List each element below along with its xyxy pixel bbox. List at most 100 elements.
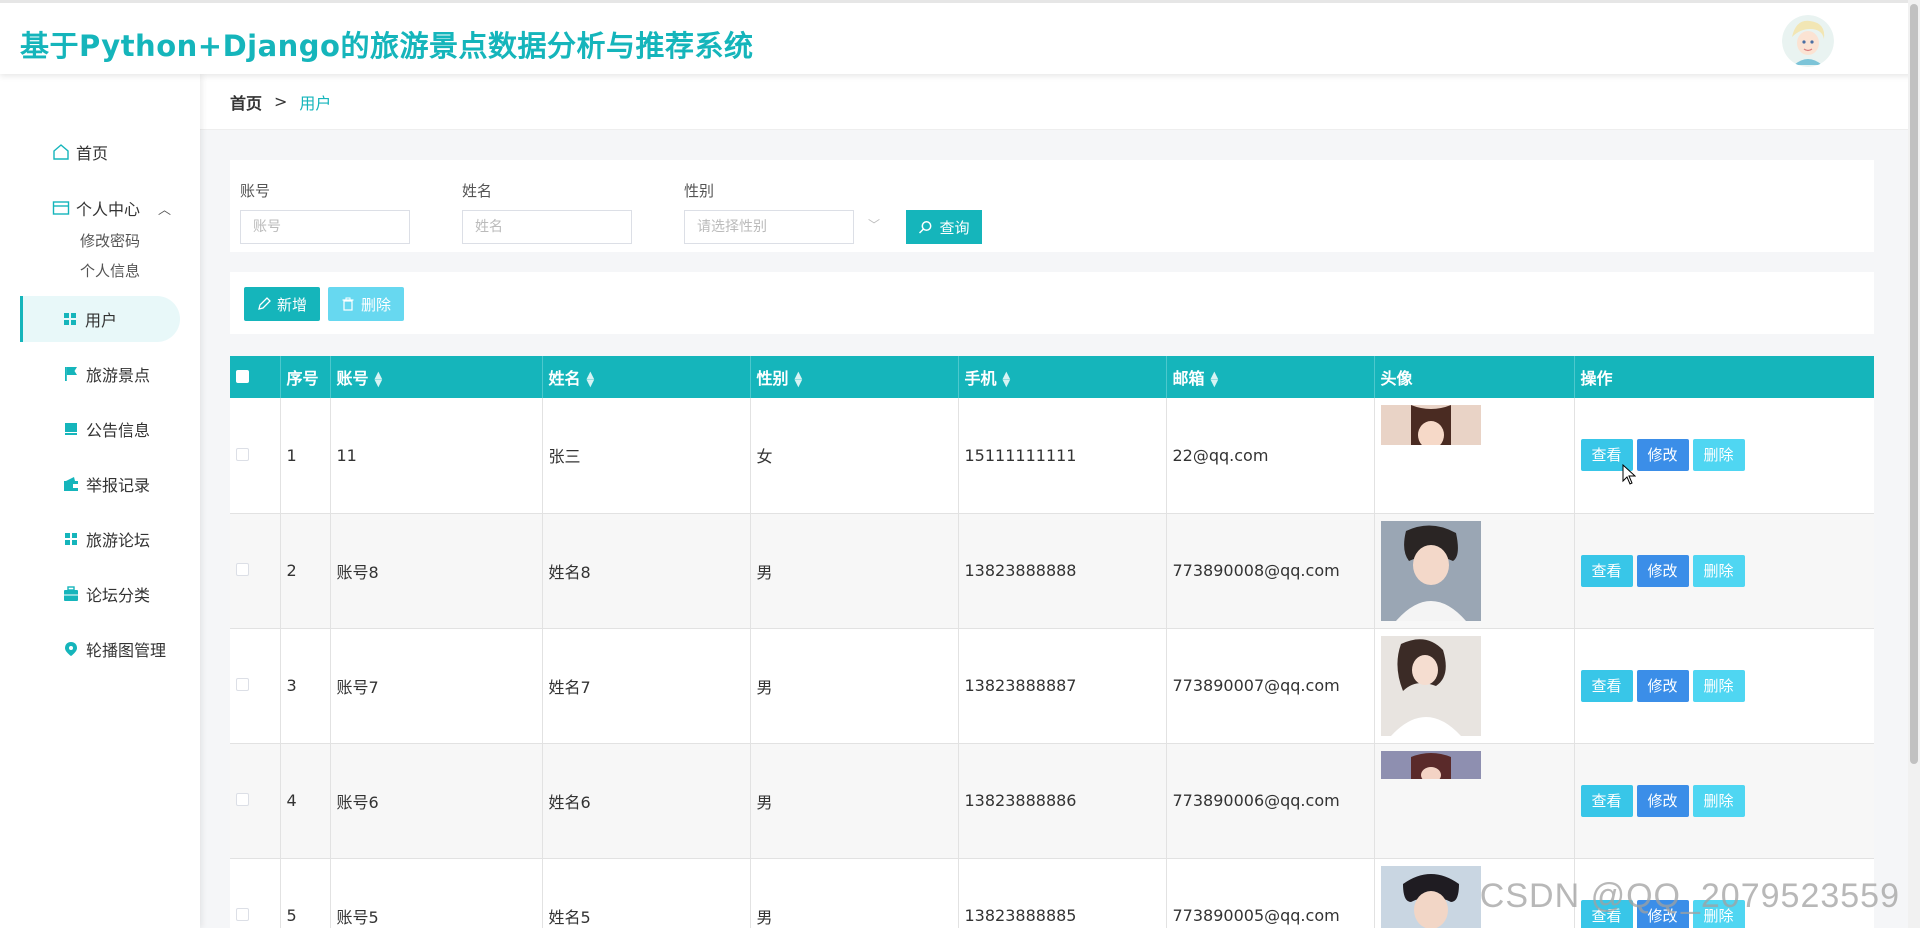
cell-phone: 13823888887: [958, 628, 1167, 744]
avatar-thumbnail: [1380, 750, 1481, 851]
select-all-cell[interactable]: [230, 356, 281, 398]
main-content: 首页 > 用户 账号 姓名 性别 ﹀ 查询: [200, 74, 1920, 928]
sidebar-item-label: 旅游景点: [86, 366, 151, 385]
cell-gender: 女: [750, 398, 959, 514]
column-header-index: 序号: [280, 356, 331, 398]
delete-button[interactable]: 删除: [1692, 439, 1745, 472]
sort-icon[interactable]: ▲ ▼: [795, 370, 803, 388]
edit-button[interactable]: 修改: [1636, 669, 1689, 702]
cell-index: 2: [280, 513, 331, 629]
sidebar-item-personal-center[interactable]: 个人中心 ︿: [52, 196, 171, 220]
breadcrumb-current: 用户: [299, 93, 332, 113]
cell-avatar: [1374, 628, 1575, 744]
row-checkbox-cell: [230, 743, 281, 859]
sidebar-item-forum[interactable]: 旅游论坛: [62, 527, 150, 551]
column-header-gender[interactable]: 性别 ▲ ▼: [750, 356, 959, 398]
search-icon: [919, 220, 932, 234]
cell-phone: 13823888888: [958, 513, 1167, 629]
table-row: 2 账号8 姓名8 男 13823888888 773890008@qq.com…: [230, 513, 1874, 629]
grid-icon: [64, 313, 76, 325]
table-row: 1 11 张三 女 15111111111 22@qq.com 查看 修改 删除: [230, 398, 1874, 514]
edit-button[interactable]: 修改: [1636, 784, 1689, 817]
view-button[interactable]: 查看: [1580, 554, 1633, 587]
sidebar-item-announcements[interactable]: 公告信息: [62, 417, 150, 441]
sidebar-item-label: 用户: [85, 311, 118, 330]
delete-button[interactable]: 删除: [1692, 669, 1745, 702]
table-header-row: 序号 账号 ▲ ▼ 姓名 ▲ ▼ 性别 ▲ ▼ 手机 ▲ ▼ 邮箱 ▲ ▼ 头像 操作: [230, 356, 1874, 398]
sidebar-item-forum-categories[interactable]: 论坛分类: [62, 582, 150, 606]
gender-select[interactable]: [684, 210, 854, 244]
delete-button[interactable]: 删除: [1692, 784, 1745, 817]
select-all-checkbox[interactable]: [236, 369, 249, 383]
account-input[interactable]: [240, 210, 410, 244]
column-header-name[interactable]: 姓名 ▲ ▼: [542, 356, 751, 398]
breadcrumb-home[interactable]: 首页: [230, 90, 262, 114]
row-checkbox[interactable]: [236, 908, 249, 921]
column-header-avatar: 头像: [1374, 356, 1575, 398]
sidebar-subitem-profile[interactable]: 个人信息: [80, 260, 140, 281]
column-header-phone[interactable]: 手机 ▲ ▼: [958, 356, 1167, 398]
sidebar-item-label: 修改密码: [80, 232, 141, 250]
cell-email: 773890008@qq.com: [1166, 513, 1375, 629]
sidebar-item-carousel[interactable]: 轮播图管理: [62, 637, 166, 661]
edit-button[interactable]: 修改: [1636, 439, 1689, 472]
breadcrumb-separator: >: [274, 92, 288, 111]
sort-icon[interactable]: ▲ ▼: [587, 370, 595, 388]
cell-name: 姓名6: [542, 743, 751, 859]
cell-account: 账号7: [330, 628, 543, 744]
row-checkbox[interactable]: [236, 563, 249, 576]
row-checkbox-cell: [230, 628, 281, 744]
cell-avatar: [1374, 513, 1575, 629]
book-icon: [65, 423, 77, 435]
sort-icon[interactable]: ▲ ▼: [375, 370, 383, 388]
column-header-label: 姓名: [548, 369, 581, 388]
sort-icon[interactable]: ▲ ▼: [1211, 370, 1219, 388]
grid-icon: [65, 533, 77, 545]
users-table: 序号 账号 ▲ ▼ 姓名 ▲ ▼ 性别 ▲ ▼ 手机 ▲ ▼ 邮箱 ▲ ▼ 头像 操作 1 11: [230, 356, 1874, 928]
add-button-label: 新增: [276, 295, 307, 314]
row-checkbox-cell: [230, 858, 281, 928]
column-header-email[interactable]: 邮箱 ▲ ▼: [1166, 356, 1375, 398]
cell-phone: 13823888886: [958, 743, 1167, 859]
view-button[interactable]: 查看: [1580, 669, 1633, 702]
cell-name: 姓名5: [542, 858, 751, 928]
cell-gender: 男: [750, 628, 959, 744]
sidebar-item-label: 个人中心: [76, 200, 141, 219]
row-checkbox[interactable]: [236, 678, 249, 691]
home-icon: [53, 144, 69, 160]
add-button[interactable]: 新增: [244, 287, 320, 321]
row-checkbox[interactable]: [236, 447, 249, 461]
app-window: 基于Python+Django的旅游景点数据分析与推荐系统 首页 个人中心 ︿: [0, 0, 1920, 928]
cell-gender: 男: [750, 743, 959, 859]
page-scrollbar[interactable]: [1908, 0, 1920, 928]
sidebar-item-users[interactable]: 用户: [20, 296, 180, 342]
table-row: 4 账号6 姓名6 男 13823888886 773890006@qq.com…: [230, 743, 1874, 859]
user-avatar[interactable]: [1782, 15, 1834, 67]
cell-phone: 13823888885: [958, 858, 1167, 928]
sidebar-item-scenic-spots[interactable]: 旅游景点: [62, 362, 150, 386]
row-checkbox[interactable]: [236, 793, 249, 806]
chevron-up-icon: ︿: [158, 202, 172, 218]
view-button[interactable]: 查看: [1580, 784, 1633, 817]
sidebar-item-label: 旅游论坛: [86, 531, 151, 550]
row-checkbox-cell: [230, 513, 281, 629]
sidebar-item-reports[interactable]: 举报记录: [62, 472, 150, 496]
account-label: 账号: [240, 182, 271, 200]
sidebar-item-home[interactable]: 首页: [52, 140, 108, 164]
cell-account: 账号6: [330, 743, 543, 859]
column-header-account[interactable]: 账号 ▲ ▼: [330, 356, 543, 398]
sidebar-item-label: 个人信息: [80, 262, 141, 280]
edit-button[interactable]: 修改: [1636, 554, 1689, 587]
cell-account: 账号5: [330, 858, 543, 928]
sidebar-subitem-change-password[interactable]: 修改密码: [80, 230, 140, 251]
briefcase-icon: [64, 586, 78, 601]
scrollbar-thumb[interactable]: [1910, 4, 1918, 764]
delete-button[interactable]: 删除: [1692, 554, 1745, 587]
query-button[interactable]: 查询: [906, 210, 982, 244]
name-label: 姓名: [462, 182, 493, 200]
top-header: 基于Python+Django的旅游景点数据分析与推荐系统: [0, 0, 1920, 74]
name-input[interactable]: [462, 210, 632, 244]
sort-icon[interactable]: ▲ ▼: [1003, 370, 1011, 388]
cell-operations: 查看 修改 删除: [1574, 513, 1874, 629]
batch-delete-button[interactable]: 删除: [328, 287, 404, 321]
